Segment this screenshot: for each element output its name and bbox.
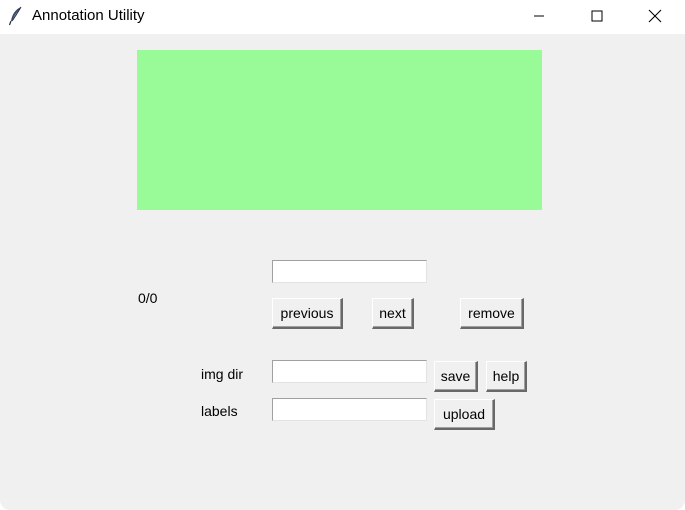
title-bar: Annotation Utility bbox=[0, 0, 685, 34]
minimize-button[interactable] bbox=[510, 0, 568, 32]
maximize-button[interactable] bbox=[568, 0, 626, 32]
minimize-icon bbox=[533, 10, 545, 22]
help-button[interactable]: help bbox=[486, 361, 527, 392]
img-dir-input[interactable] bbox=[272, 360, 427, 383]
window-title: Annotation Utility bbox=[32, 7, 145, 24]
maximize-icon bbox=[591, 10, 603, 22]
next-button[interactable]: next bbox=[372, 298, 414, 329]
image-canvas[interactable] bbox=[137, 50, 542, 210]
img-dir-label: img dir bbox=[201, 366, 244, 382]
feather-icon bbox=[8, 6, 24, 26]
image-counter: 0/0 bbox=[138, 290, 158, 306]
labels-label: labels bbox=[201, 403, 238, 419]
remove-button[interactable]: remove bbox=[460, 298, 524, 329]
label-input[interactable] bbox=[272, 260, 427, 283]
close-icon bbox=[648, 9, 662, 23]
save-button[interactable]: save bbox=[434, 361, 478, 392]
app-window: Annotation Utility 0/0 previous next rem… bbox=[0, 0, 685, 510]
close-button[interactable] bbox=[626, 0, 684, 32]
upload-button[interactable]: upload bbox=[434, 399, 495, 430]
labels-input[interactable] bbox=[272, 398, 427, 421]
previous-button[interactable]: previous bbox=[272, 298, 343, 329]
